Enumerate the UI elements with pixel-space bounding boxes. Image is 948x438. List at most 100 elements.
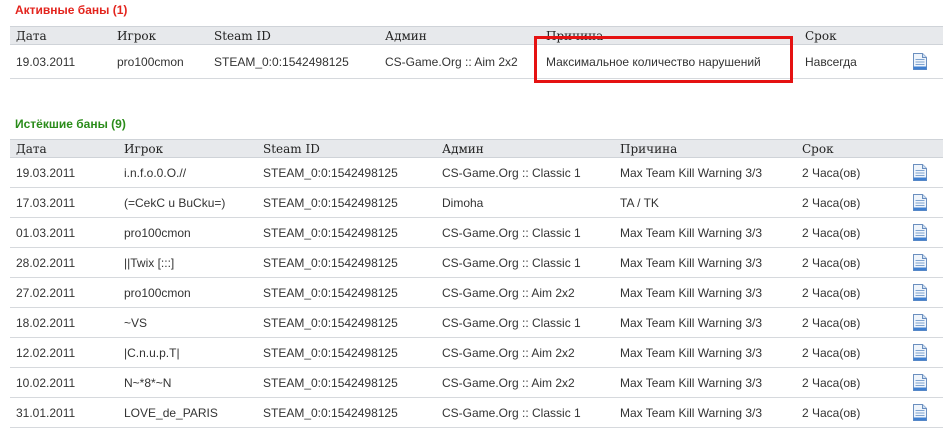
document-icon[interactable] (913, 344, 927, 361)
admin-name: Dimoha (436, 187, 614, 218)
details-cell (903, 337, 943, 368)
player-name: pro100cmon (118, 217, 257, 248)
ban-term: 2 Часа(ов) (796, 307, 903, 338)
ban-term: 2 Часа(ов) (796, 247, 903, 278)
ban-term: 2 Часа(ов) (796, 157, 903, 188)
column-header-player[interactable]: Игрок (111, 27, 208, 45)
ban-reason: Max Team Kill Warning 3/3 (614, 397, 796, 428)
document-icon[interactable] (913, 254, 927, 271)
player-name: i.n.f.o.0.O.// (118, 157, 257, 188)
column-header-reason[interactable]: Причина (540, 27, 799, 45)
table-row: 19.03.2011 i.n.f.o.0.O.//STEAM_0:0:154249… (10, 157, 943, 188)
column-header-reason[interactable]: Причина (614, 140, 796, 158)
table-row: 28.02.2011 ||Twix [:::] STEAM_0:0:15424981… (10, 247, 943, 278)
ban-date: 19.03.2011 (10, 44, 111, 79)
ban-date: 17.03.2011 (10, 187, 118, 218)
details-cell (903, 247, 943, 278)
column-header-player[interactable]: Игрок (118, 140, 257, 158)
table-row: 27.02.2011 pro100cmon STEAM_0:0:1542498125… (10, 277, 943, 308)
column-header-steam-id[interactable]: Steam ID (208, 27, 379, 45)
ban-reason: Max Team Kill Warning 3/3 (614, 277, 796, 308)
steam-id: STEAM_0:0:1542498125 (257, 277, 436, 308)
document-icon[interactable] (913, 194, 927, 211)
table-row: 18.02.2011 ~VS STEAM_0:0:1542498125 CS-Game… (10, 307, 943, 338)
column-header-term[interactable]: Срок (799, 27, 903, 45)
table-row: 12.02.2011 |C.n.u.p.T| STEAM_0:0:154249812… (10, 337, 943, 368)
ban-reason: Max Team Kill Warning 3/3 (614, 307, 796, 338)
admin-name: CS-Game.Org :: Classic 1 (436, 307, 614, 338)
steam-id: STEAM_0:0:1542498125 (257, 307, 436, 338)
admin-name: CS-Game.Org :: Classic 1 (436, 217, 614, 248)
expired-bans-table: Дата Игрок Steam ID Админ Причина Срок 1… (10, 139, 943, 428)
ban-term: 2 Часа(ов) (796, 367, 903, 398)
ban-term: 2 Часа(ов) (796, 337, 903, 368)
active-bans-title: Активные баны (1) (15, 3, 128, 17)
column-header-steam-id[interactable]: Steam ID (257, 140, 436, 158)
document-icon[interactable] (913, 374, 927, 391)
details-cell (903, 157, 943, 188)
document-icon[interactable] (913, 224, 927, 241)
ban-reason: Max Team Kill Warning 3/3 (614, 337, 796, 368)
document-icon[interactable] (913, 284, 927, 301)
player-name: |C.n.u.p.T| (118, 337, 257, 368)
document-icon[interactable] (913, 164, 927, 181)
ban-reason: Max Team Kill Warning 3/3 (614, 367, 796, 398)
steam-id: STEAM_0:0:1542498125 (257, 337, 436, 368)
steam-id: STEAM_0:0:1542498125 (257, 157, 436, 188)
ban-term: 2 Часа(ов) (796, 277, 903, 308)
admin-name: CS-Game.Org :: Aim 2x2 (436, 367, 614, 398)
ban-date: 10.02.2011 (10, 367, 118, 398)
steam-id: STEAM_0:0:1542498125 (257, 397, 436, 428)
steam-id: STEAM_0:0:1542498125 (208, 44, 379, 79)
player-name: ~VS (118, 307, 257, 338)
active-bans-table: Дата Игрок Steam ID Админ Причина Срок 1… (10, 26, 943, 79)
table-header-row: Дата Игрок Steam ID Админ Причина Срок (10, 26, 943, 45)
column-header-details (903, 140, 943, 158)
ban-date: 27.02.2011 (10, 277, 118, 308)
player-name: N~*8*~N (118, 367, 257, 398)
admin-name: CS-Game.Org :: Classic 1 (436, 247, 614, 278)
table-row: 19.03.2011 pro100cmon STEAM_0:0:1542498125… (10, 44, 943, 79)
steam-id: STEAM_0:0:1542498125 (257, 247, 436, 278)
details-cell (903, 367, 943, 398)
details-cell (903, 187, 943, 218)
document-icon[interactable] (913, 53, 927, 70)
ban-term: 2 Часа(ов) (796, 217, 903, 248)
ban-reason: Max Team Kill Warning 3/3 (614, 247, 796, 278)
ban-date: 28.02.2011 (10, 247, 118, 278)
player-name: pro100cmon (111, 44, 208, 79)
ban-reason: Максимальное количество нарушений (540, 44, 799, 79)
document-icon[interactable] (913, 314, 927, 331)
details-cell (903, 217, 943, 248)
admin-name: CS-Game.Org :: Classic 1 (436, 397, 614, 428)
details-cell (903, 397, 943, 428)
steam-id: STEAM_0:0:1542498125 (257, 217, 436, 248)
column-header-admin[interactable]: Админ (379, 27, 540, 45)
ban-date: 01.03.2011 (10, 217, 118, 248)
ban-date: 18.02.2011 (10, 307, 118, 338)
column-header-date[interactable]: Дата (10, 140, 118, 158)
column-header-term[interactable]: Срок (796, 140, 903, 158)
ban-term: 2 Часа(ов) (796, 397, 903, 428)
expired-bans-title: Истёкшие баны (9) (15, 117, 126, 131)
column-header-date[interactable]: Дата (10, 27, 111, 45)
admin-name: CS-Game.Org :: Aim 2x2 (436, 277, 614, 308)
document-icon[interactable] (913, 404, 927, 421)
details-cell (903, 307, 943, 338)
player-name: (=CekC u BuCku=) (118, 187, 257, 218)
ban-term: Навсегда (799, 44, 903, 79)
steam-id: STEAM_0:0:1542498125 (257, 367, 436, 398)
player-name: pro100cmon (118, 277, 257, 308)
admin-name: CS-Game.Org :: Aim 2x2 (379, 44, 540, 79)
column-header-details (903, 27, 943, 45)
table-header-row: Дата Игрок Steam ID Админ Причина Срок (10, 139, 943, 158)
column-header-admin[interactable]: Админ (436, 140, 614, 158)
table-row: 17.03.2011 (=CekC u BuCku=) STEAM_0:0:1542… (10, 187, 943, 218)
player-name: LOVE_de_PARIS (118, 397, 257, 428)
ban-date: 12.02.2011 (10, 337, 118, 368)
ban-date: 19.03.2011 (10, 157, 118, 188)
admin-name: CS-Game.Org :: Classic 1 (436, 157, 614, 188)
table-row: 10.02.2011 N~*8*~N STEAM_0:0:1542498125 CS-… (10, 367, 943, 398)
steam-id: STEAM_0:0:1542498125 (257, 187, 436, 218)
table-row: 31.01.2011 LOVE_de_PARIS STEAM_0:0:1542498… (10, 397, 943, 428)
